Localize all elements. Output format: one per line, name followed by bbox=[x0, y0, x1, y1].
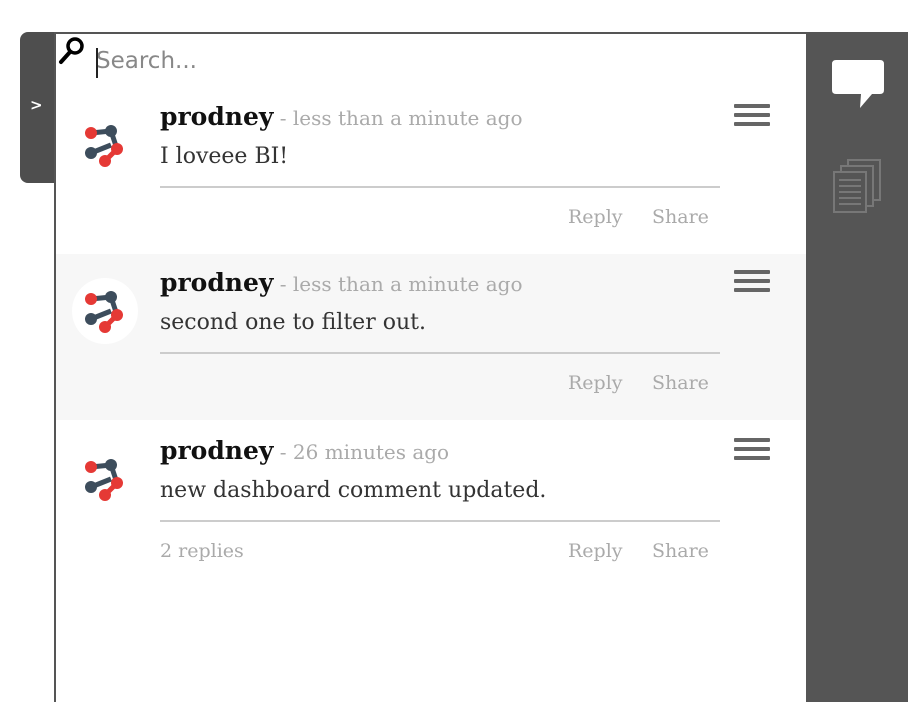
replies-link[interactable]: 2 replies bbox=[160, 540, 244, 562]
comment-header: prodney - less than a minute ago bbox=[160, 268, 523, 297]
reply-link[interactable]: Reply bbox=[568, 540, 623, 562]
collapse-panel-tab[interactable]: > bbox=[20, 32, 56, 183]
comment-item: prodney - less than a minute ago second … bbox=[56, 254, 806, 420]
search-icon bbox=[59, 37, 84, 64]
comment-timestamp: less than a minute ago bbox=[292, 106, 523, 130]
avatar bbox=[72, 112, 138, 178]
comments-panel: prodney - less than a minute ago I lovee… bbox=[54, 32, 806, 702]
avatar bbox=[72, 278, 138, 344]
text-caret bbox=[96, 48, 98, 78]
share-link[interactable]: Share bbox=[652, 540, 709, 562]
avatar bbox=[72, 446, 138, 512]
comment-text: second one to filter out. bbox=[160, 310, 426, 335]
divider bbox=[160, 352, 720, 354]
hamburger-menu-icon[interactable] bbox=[734, 104, 770, 130]
share-link[interactable]: Share bbox=[652, 206, 709, 228]
comment-author[interactable]: prodney bbox=[160, 268, 273, 297]
chevron-right-icon: > bbox=[30, 96, 43, 114]
divider bbox=[160, 186, 720, 188]
documents-icon[interactable] bbox=[830, 158, 884, 214]
comment-timestamp: less than a minute ago bbox=[292, 272, 523, 296]
comment-author[interactable]: prodney bbox=[160, 436, 273, 465]
right-toolbar bbox=[806, 32, 908, 702]
comment-header: prodney - 26 minutes ago bbox=[160, 436, 449, 465]
divider bbox=[160, 520, 720, 522]
network-avatar-icon bbox=[85, 125, 123, 167]
comment-separator: - bbox=[273, 272, 293, 296]
reply-link[interactable]: Reply bbox=[568, 206, 623, 228]
comment-text: I loveee BI! bbox=[160, 144, 289, 169]
share-link[interactable]: Share bbox=[652, 372, 709, 394]
chat-bubble-icon[interactable] bbox=[830, 58, 886, 112]
comment-header: prodney - less than a minute ago bbox=[160, 102, 523, 131]
search-input[interactable] bbox=[96, 38, 696, 84]
comment-item: prodney - less than a minute ago I lovee… bbox=[56, 88, 806, 254]
network-avatar-icon bbox=[85, 459, 123, 501]
hamburger-menu-icon[interactable] bbox=[734, 270, 770, 296]
comment-author[interactable]: prodney bbox=[160, 102, 273, 131]
hamburger-menu-icon[interactable] bbox=[734, 438, 770, 464]
comment-separator: - bbox=[273, 106, 293, 130]
comment-separator: - bbox=[273, 440, 293, 464]
comment-timestamp: 26 minutes ago bbox=[292, 440, 450, 464]
reply-link[interactable]: Reply bbox=[568, 372, 623, 394]
network-avatar-icon bbox=[85, 291, 123, 333]
comment-text: new dashboard comment updated. bbox=[160, 478, 547, 503]
comment-item: prodney - 26 minutes ago new dashboard c… bbox=[56, 422, 806, 588]
